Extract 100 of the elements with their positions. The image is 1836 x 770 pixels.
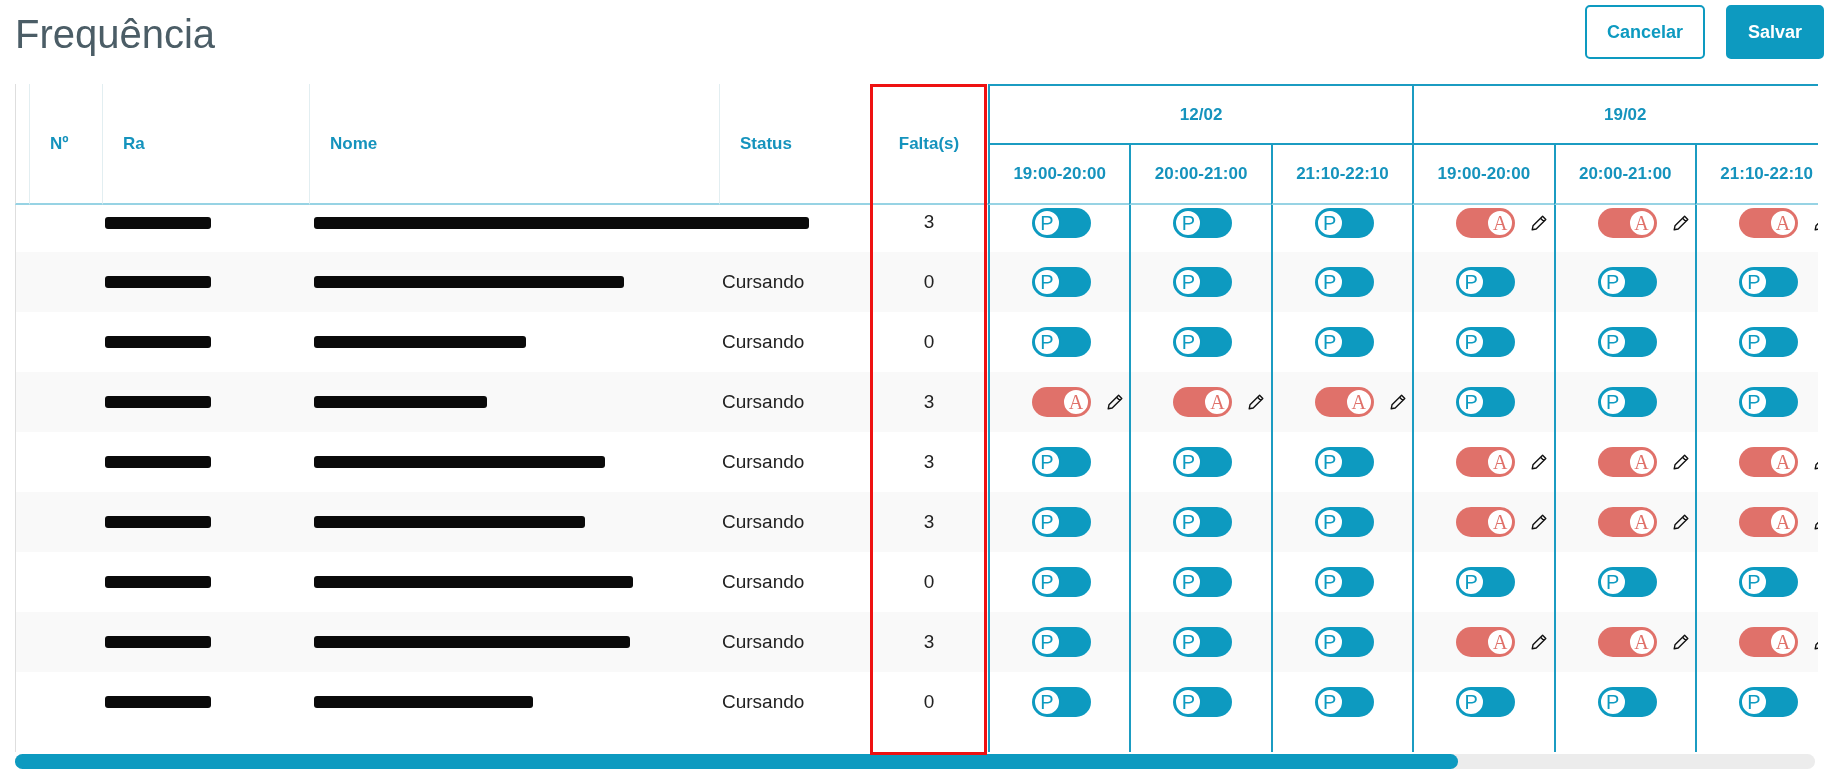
attendance-toggle[interactable]: P	[1173, 687, 1233, 717]
attendance-toggle[interactable]: P	[1314, 627, 1374, 657]
attendance-toggle[interactable]: A	[1456, 507, 1516, 537]
column-header: Falta(s)	[870, 84, 988, 205]
status-text: Cursando	[722, 389, 805, 414]
date-header: 19/02	[1412, 84, 1818, 145]
absence-count: 3	[923, 629, 935, 654]
attendance-toggle[interactable]: P	[1738, 387, 1798, 417]
time-slot-header: 21:10-22:10	[1694, 145, 1818, 205]
attendance-toggle[interactable]: A	[1738, 207, 1798, 238]
attendance-toggle[interactable]: P	[1314, 507, 1374, 537]
pencil-icon[interactable]	[1672, 634, 1689, 650]
save-button[interactable]: Salvar	[1725, 5, 1824, 59]
status-text: Cursando	[722, 689, 805, 714]
absence-count: 0	[923, 329, 935, 354]
attendance-toggle[interactable]: P	[1032, 567, 1091, 597]
pencil-icon[interactable]	[1531, 214, 1548, 231]
attendance-toggle[interactable]: A	[1032, 387, 1091, 417]
column-header: Status	[720, 84, 870, 205]
absence-count: 3	[923, 389, 935, 414]
pencil-icon[interactable]	[1672, 454, 1689, 470]
attendance-toggle[interactable]: P	[1456, 687, 1516, 717]
absence-count: 0	[923, 269, 935, 294]
attendance-toggle[interactable]: P	[1314, 267, 1374, 297]
absence-count: 3	[923, 210, 935, 235]
pencil-icon[interactable]	[1107, 394, 1123, 410]
absence-count: 3	[923, 509, 935, 534]
status-text: Cursando	[722, 509, 805, 534]
attendance-toggle[interactable]: P	[1314, 687, 1374, 717]
attendance-toggle[interactable]: P	[1314, 207, 1374, 238]
attendance-toggle[interactable]: P	[1738, 327, 1798, 357]
attendance-toggle[interactable]: P	[1032, 207, 1091, 238]
attendance-toggle[interactable]: A	[1314, 387, 1374, 417]
scrollbar-thumb[interactable]	[15, 754, 1458, 769]
column-header: Ra	[103, 84, 310, 205]
attendance-toggle[interactable]: P	[1032, 327, 1091, 357]
time-slot-header: 20:00-21:00	[1129, 145, 1271, 205]
page-title: Frequência	[15, 11, 216, 58]
absence-count: 3	[923, 449, 935, 474]
column-header: Nome	[310, 84, 720, 205]
attendance-toggle[interactable]: P	[1597, 687, 1657, 717]
cancel-button[interactable]: Cancelar	[1584, 5, 1705, 59]
attendance-toggle[interactable]: P	[1173, 327, 1233, 357]
attendance-toggle[interactable]: P	[1314, 567, 1374, 597]
attendance-toggle[interactable]: A	[1738, 627, 1798, 657]
attendance-toggle[interactable]: A	[1173, 387, 1233, 417]
attendance-toggle[interactable]: A	[1456, 447, 1516, 477]
attendance-toggle[interactable]: P	[1032, 267, 1091, 297]
attendance-toggle[interactable]: P	[1032, 507, 1091, 537]
attendance-toggle[interactable]: P	[1597, 327, 1657, 357]
attendance-toggle[interactable]: A	[1738, 447, 1798, 477]
attendance-toggle[interactable]: P	[1032, 627, 1091, 657]
attendance-toggle[interactable]: P	[1173, 627, 1233, 657]
pencil-icon[interactable]	[1531, 454, 1548, 470]
attendance-toggle[interactable]: P	[1314, 447, 1374, 477]
absence-count: 0	[923, 569, 935, 594]
attendance-toggle[interactable]: P	[1173, 447, 1233, 477]
attendance-toggle[interactable]: P	[1314, 327, 1374, 357]
attendance-toggle[interactable]: A	[1597, 507, 1657, 537]
attendance-toggle[interactable]: P	[1173, 507, 1233, 537]
scrollbar-track[interactable]	[15, 754, 1815, 769]
pencil-icon[interactable]	[1672, 214, 1689, 231]
time-slot-header: 21:10-22:10	[1270, 145, 1413, 205]
attendance-toggle[interactable]: A	[1597, 447, 1657, 477]
attendance-toggle[interactable]: P	[1456, 387, 1516, 417]
attendance-toggle[interactable]: P	[1738, 567, 1798, 597]
attendance-toggle[interactable]: P	[1597, 387, 1657, 417]
pencil-icon[interactable]	[1531, 634, 1548, 650]
attendance-toggle[interactable]: P	[1738, 267, 1798, 297]
attendance-toggle[interactable]: P	[1173, 267, 1233, 297]
attendance-toggle[interactable]: A	[1597, 627, 1657, 657]
absence-count: 0	[923, 689, 935, 714]
pencil-icon[interactable]	[1389, 394, 1406, 410]
status-text: Cursando	[722, 449, 805, 474]
status-text: Cursando	[722, 269, 805, 294]
attendance-toggle[interactable]: P	[1597, 567, 1657, 597]
status-text: Cursando	[722, 329, 805, 354]
attendance-toggle[interactable]: P	[1738, 687, 1798, 717]
attendance-toggle[interactable]: P	[1173, 207, 1233, 238]
attendance-toggle[interactable]: P	[1456, 267, 1516, 297]
attendance-toggle[interactable]: A	[1456, 207, 1516, 238]
attendance-toggle[interactable]: P	[1032, 447, 1091, 477]
attendance-toggle[interactable]: A	[1738, 507, 1798, 537]
attendance-toggle[interactable]: A	[1456, 627, 1516, 657]
attendance-toggle[interactable]: P	[1173, 567, 1233, 597]
attendance-toggle[interactable]: P	[1456, 327, 1516, 357]
pencil-icon[interactable]	[1531, 514, 1548, 530]
column-header: Nº	[30, 84, 103, 205]
attendance-toggle[interactable]: P	[1032, 687, 1091, 717]
attendance-toggle[interactable]: P	[1597, 267, 1657, 297]
time-slot-header: 19:00-20:00	[1412, 145, 1554, 205]
attendance-toggle[interactable]: A	[1597, 207, 1657, 238]
attendance-toggle[interactable]: P	[1456, 567, 1516, 597]
status-text: Cursando	[722, 569, 805, 594]
date-header: 12/02	[988, 84, 1413, 145]
time-slot-header: 19:00-20:00	[988, 145, 1130, 205]
status-text: Cursando	[722, 629, 805, 654]
pencil-icon[interactable]	[1672, 514, 1689, 530]
pencil-icon[interactable]	[1248, 394, 1265, 410]
time-slot-header: 20:00-21:00	[1553, 145, 1695, 205]
